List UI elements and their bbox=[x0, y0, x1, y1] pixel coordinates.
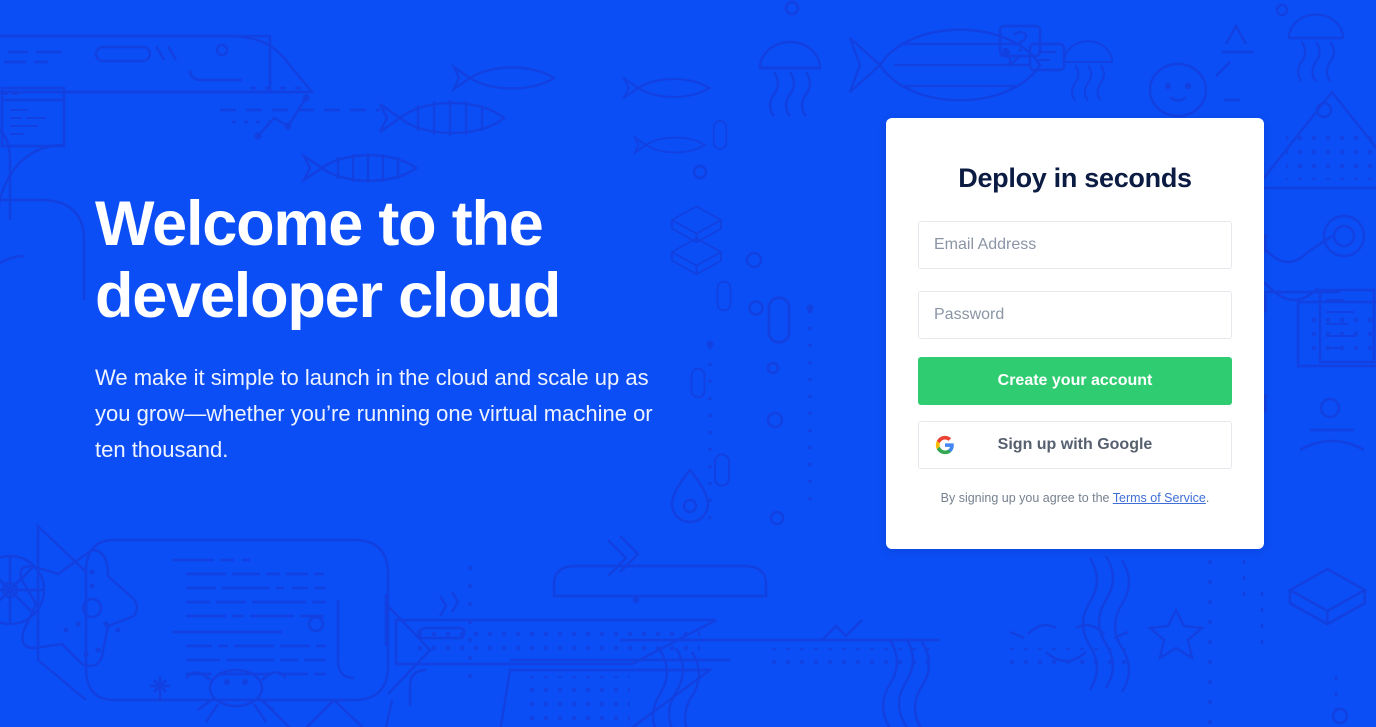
legal-text: By signing up you agree to the Terms of … bbox=[918, 491, 1232, 505]
hero-section: Welcome to the developer cloud We make i… bbox=[95, 188, 715, 468]
legal-prefix: By signing up you agree to the bbox=[940, 491, 1113, 505]
hero-subtitle: We make it simple to launch in the cloud… bbox=[95, 365, 653, 462]
legal-suffix: . bbox=[1205, 491, 1210, 505]
google-g-icon bbox=[935, 435, 955, 455]
page-title: Welcome to the developer cloud bbox=[95, 188, 715, 332]
hero-title-line-2: developer cloud bbox=[95, 261, 561, 331]
hero-title-line-1: Welcome to the bbox=[95, 189, 544, 259]
password-field[interactable] bbox=[918, 291, 1232, 339]
signup-card-title: Deploy in seconds bbox=[958, 163, 1192, 193]
email-field[interactable] bbox=[918, 221, 1232, 269]
terms-of-service-link[interactable]: Terms of Service bbox=[1113, 491, 1206, 505]
sign-up-with-google-button[interactable]: Sign up with Google bbox=[918, 421, 1232, 469]
signup-page: Welcome to the developer cloud We make i… bbox=[0, 0, 1376, 727]
sign-up-with-google-label: Sign up with Google bbox=[997, 436, 1153, 453]
create-account-button[interactable]: Create your account bbox=[918, 357, 1232, 405]
signup-card: Deploy in seconds Create your account Si… bbox=[886, 118, 1264, 549]
